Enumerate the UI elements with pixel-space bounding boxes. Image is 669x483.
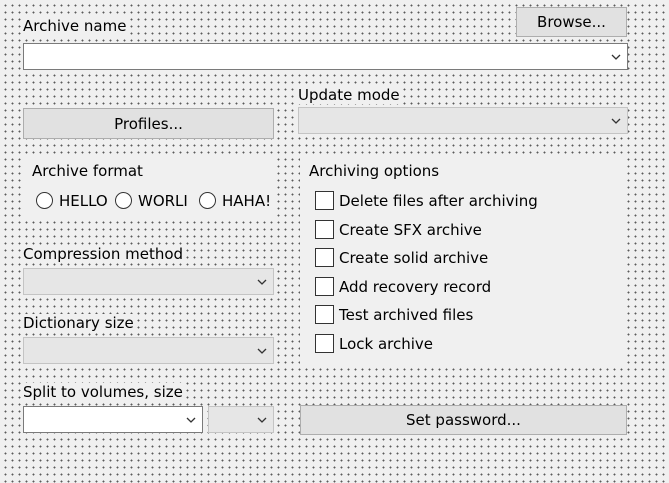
- archive-format-group: Archive format HELLO WORLI HAHA!: [23, 158, 274, 220]
- compression-method-label: Compression method: [23, 245, 184, 263]
- format-radio-3-label: HAHA!: [222, 192, 272, 210]
- create-solid-checkbox[interactable]: [315, 248, 334, 267]
- test-archived-label: Test archived files: [339, 306, 474, 324]
- chevron-down-icon: [257, 417, 267, 423]
- chevron-down-icon: [257, 348, 267, 354]
- update-mode-label: Update mode: [298, 86, 400, 104]
- format-radio-1-label: HELLO: [59, 192, 108, 210]
- format-radio-3[interactable]: [199, 192, 216, 209]
- split-units-combobox[interactable]: [208, 406, 274, 433]
- create-sfx-label: Create SFX archive: [339, 221, 482, 239]
- format-radio-2[interactable]: [115, 192, 132, 209]
- archiving-options-label: Archiving options: [309, 162, 440, 180]
- browse-button[interactable]: Browse...: [516, 7, 627, 37]
- create-solid-label: Create solid archive: [339, 249, 489, 267]
- update-mode-combobox[interactable]: [298, 107, 628, 134]
- profiles-button[interactable]: Profiles...: [23, 108, 274, 139]
- format-radio-1[interactable]: [36, 192, 53, 209]
- format-radio-2-label: WORLI: [138, 192, 188, 210]
- chevron-down-icon: [611, 54, 621, 60]
- lock-archive-checkbox[interactable]: [315, 334, 334, 353]
- chevron-down-icon: [611, 118, 621, 124]
- delete-files-checkbox[interactable]: [315, 191, 334, 210]
- delete-files-label: Delete files after archiving: [339, 192, 538, 210]
- chevron-down-icon: [257, 279, 267, 285]
- archiving-options-group: Archiving options Delete files after arc…: [300, 158, 627, 365]
- dictionary-size-combobox[interactable]: [23, 337, 274, 364]
- split-volumes-label: Split to volumes, size: [23, 383, 183, 401]
- recovery-record-label: Add recovery record: [339, 278, 492, 296]
- lock-archive-label: Lock archive: [339, 335, 434, 353]
- split-volumes-combobox[interactable]: [23, 406, 203, 433]
- compression-method-combobox[interactable]: [23, 268, 274, 295]
- create-sfx-checkbox[interactable]: [315, 220, 334, 239]
- chevron-down-icon: [186, 417, 196, 423]
- archive-format-label: Archive format: [32, 162, 143, 180]
- recovery-record-checkbox[interactable]: [315, 277, 334, 296]
- test-archived-checkbox[interactable]: [315, 305, 334, 324]
- archive-name-combobox[interactable]: [23, 43, 628, 70]
- dictionary-size-label: Dictionary size: [23, 314, 134, 332]
- archive-name-label: Archive name: [23, 17, 127, 35]
- set-password-button[interactable]: Set password...: [300, 405, 627, 435]
